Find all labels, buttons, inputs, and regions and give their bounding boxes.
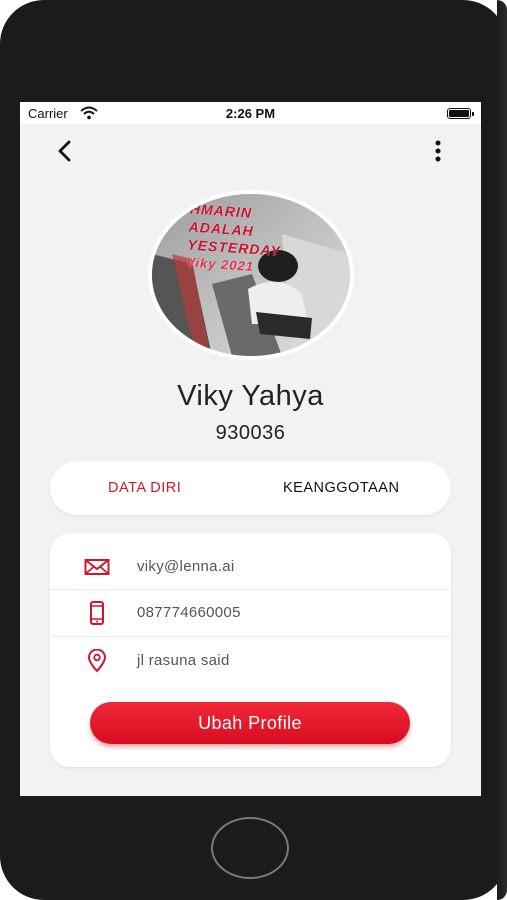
profile-details-card: viky@lenna.ai 087774660005 jl rasuna sai… <box>50 533 451 767</box>
avatar-caption: HMARIN ADALAH YESTERDAY Viky 2021 <box>186 200 321 281</box>
avatar: HMARIN ADALAH YESTERDAY Viky 2021 <box>148 190 354 360</box>
more-options-button[interactable] <box>428 136 448 166</box>
profile-name: Viky Yahya <box>177 380 324 412</box>
phone-value: 087774660005 <box>137 604 241 621</box>
location-pin-icon <box>87 649 107 673</box>
phone-frame: Carrier 2:26 PM HMARIN ADALAH YESTERDAY … <box>0 0 507 900</box>
tab-keanggotaan[interactable]: KEANGGOTAAN <box>283 461 399 515</box>
avatar-photo: HMARIN ADALAH YESTERDAY Viky 2021 <box>152 194 350 356</box>
edit-profile-button[interactable]: Ubah Profile <box>90 702 410 744</box>
back-button[interactable] <box>50 136 80 166</box>
mail-icon <box>84 559 110 575</box>
divider <box>50 636 451 637</box>
vertical-dots-icon <box>435 140 441 162</box>
app-screen: Carrier 2:26 PM HMARIN ADALAH YESTERDAY … <box>20 102 481 796</box>
chevron-left-icon <box>58 140 71 162</box>
phone-row: 087774660005 <box>50 590 451 636</box>
email-row: viky@lenna.ai <box>50 544 451 590</box>
clock: 2:26 PM <box>225 106 276 121</box>
phone-icon <box>90 601 104 625</box>
address-row: jl rasuna said <box>50 638 451 684</box>
email-value: viky@lenna.ai <box>137 558 235 575</box>
status-bar: Carrier 2:26 PM <box>20 102 481 124</box>
battery-icon <box>447 108 474 119</box>
home-button[interactable] <box>211 817 289 879</box>
profile-tabs: DATA DIRI KEANGGOTAAN <box>50 461 451 515</box>
address-value: jl rasuna said <box>137 652 230 669</box>
tab-data-diri[interactable]: DATA DIRI <box>108 461 181 515</box>
member-id: 930036 <box>215 422 286 444</box>
